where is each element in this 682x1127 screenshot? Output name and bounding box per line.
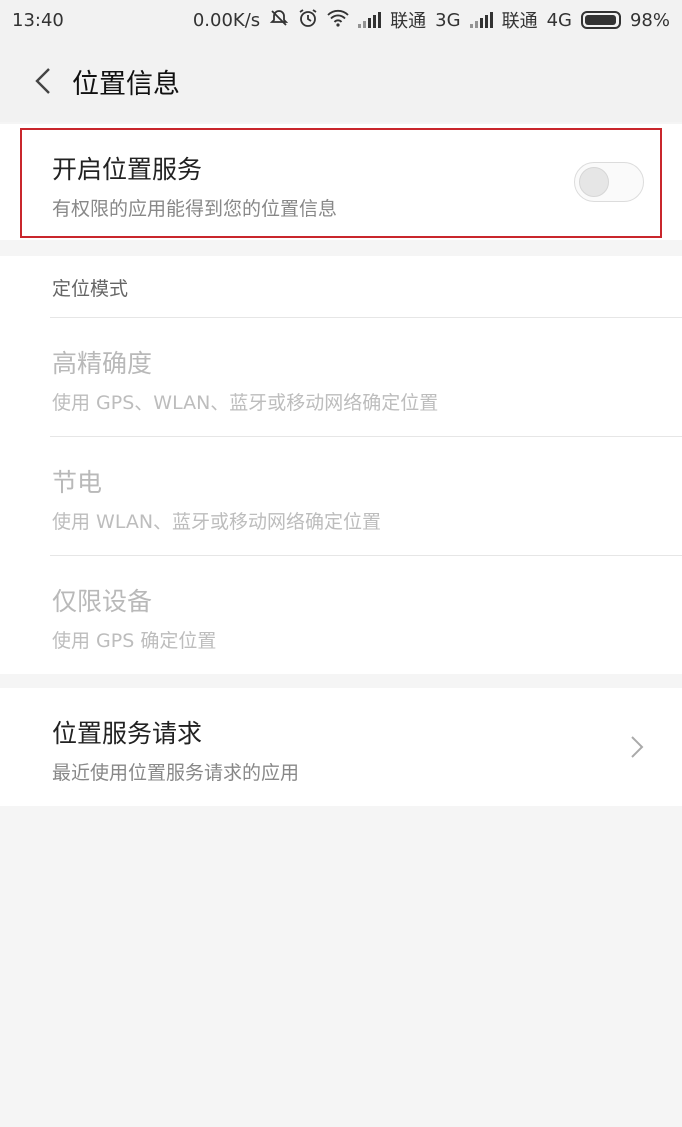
network-type-1: 3G [435, 9, 461, 31]
mode-option-subtitle: 使用 GPS、WLAN、蓝牙或移动网络确定位置 [52, 392, 439, 414]
alarm-icon [298, 8, 318, 33]
location-service-toggle[interactable] [574, 162, 644, 202]
divider [50, 555, 682, 556]
signal-icon [469, 12, 493, 28]
mode-option-battery-saving[interactable]: 节电 使用 WLAN、蓝牙或移动网络确定位置 [52, 463, 682, 534]
chevron-left-icon [35, 68, 50, 94]
app-header: 位置信息 [0, 40, 682, 122]
mode-option-subtitle: 使用 WLAN、蓝牙或移动网络确定位置 [52, 511, 382, 533]
battery-icon [580, 11, 621, 29]
mode-option-title: 高精确度 [52, 349, 153, 378]
carrier-2: 联通 [501, 11, 538, 32]
section-label: 定位模式 [52, 278, 129, 300]
chevron-right-icon[interactable] [624, 733, 648, 761]
divider [50, 436, 682, 437]
status-bar: 13:40 0.00K/s 联通 3G 联通 4G 98% [0, 0, 682, 40]
battery-percent: 98% [629, 9, 670, 31]
location-mode-section: 定位模式 [52, 274, 682, 301]
mode-option-subtitle: 使用 GPS 确定位置 [52, 630, 217, 652]
location-requests-title: 位置服务请求 [52, 719, 203, 748]
location-requests-row[interactable]: 位置服务请求 最近使用位置服务请求的应用 [52, 714, 682, 785]
network-speed: 0.00K/s [192, 9, 261, 31]
status-indicators: 0.00K/s 联通 3G 联通 4G 98% [193, 7, 670, 33]
back-button[interactable] [20, 58, 66, 104]
mute-icon [269, 8, 289, 33]
mode-option-title: 仅限设备 [52, 587, 153, 616]
signal-icon [358, 12, 382, 28]
location-requests-subtitle: 最近使用位置服务请求的应用 [52, 762, 300, 784]
page-title: 位置信息 [72, 68, 180, 100]
mode-option-title: 节电 [52, 468, 103, 497]
wifi-icon [327, 9, 349, 32]
divider [50, 317, 682, 318]
mode-option-high-accuracy[interactable]: 高精确度 使用 GPS、WLAN、蓝牙或移动网络确定位置 [52, 344, 682, 415]
status-time: 13:40 [12, 9, 64, 31]
mode-option-device-only[interactable]: 仅限设备 使用 GPS 确定位置 [52, 582, 682, 653]
toggle-knob [579, 167, 609, 197]
network-type-2: 4G [546, 9, 572, 31]
carrier-1: 联通 [390, 11, 427, 32]
